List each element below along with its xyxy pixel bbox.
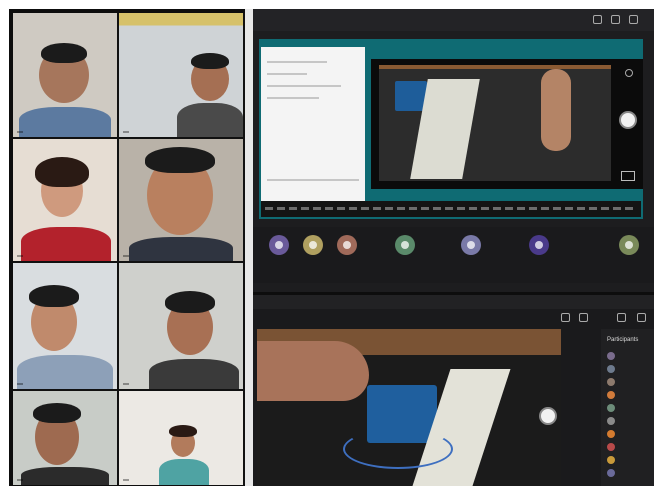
participant-name xyxy=(17,131,23,133)
participant-tile[interactable] xyxy=(119,13,243,137)
participant-hair xyxy=(29,285,79,307)
fullscreen-icon[interactable] xyxy=(579,313,588,322)
serial-output-text xyxy=(265,207,637,210)
participant-list-item[interactable] xyxy=(607,403,651,413)
participant-list-item[interactable] xyxy=(607,468,651,478)
participant-avatar-icon[interactable] xyxy=(269,235,289,255)
participant-shoulders xyxy=(19,107,111,137)
shared-screen-top[interactable] xyxy=(253,9,654,292)
code-line xyxy=(267,85,341,87)
participant-list-item[interactable] xyxy=(607,390,651,400)
camera-feed-closeup xyxy=(257,329,561,486)
code-line xyxy=(267,97,319,99)
participant-list-item[interactable] xyxy=(607,416,651,426)
avatar-icon xyxy=(607,378,615,386)
participant-name xyxy=(123,131,129,133)
avatar-icon xyxy=(607,404,615,412)
participant-name xyxy=(17,479,23,481)
participant-grid xyxy=(13,13,245,485)
participant-name xyxy=(123,255,129,257)
participant-avatar-icon[interactable] xyxy=(461,235,481,255)
hand xyxy=(257,341,369,401)
participant-shoulders xyxy=(17,355,113,389)
participant-hair xyxy=(33,403,81,423)
participant-list-item[interactable] xyxy=(607,442,651,452)
participant-avatar-icon[interactable] xyxy=(303,235,323,255)
participants-panel-title: Participants xyxy=(607,337,639,343)
participant-tile[interactable] xyxy=(13,263,117,389)
camera-switch-icon[interactable] xyxy=(625,69,633,77)
code-line xyxy=(267,179,359,181)
layout-divider xyxy=(245,9,253,486)
participant-list-item[interactable] xyxy=(607,455,651,465)
usb-cable xyxy=(343,429,453,469)
participant-list-item[interactable] xyxy=(607,377,651,387)
participant-tile[interactable] xyxy=(119,263,243,389)
share-icon[interactable] xyxy=(593,15,602,24)
more-icon[interactable] xyxy=(637,313,646,322)
avatar-icon xyxy=(607,417,615,425)
participant-shoulders xyxy=(129,237,233,261)
participant-name xyxy=(17,383,23,385)
participant-shoulders xyxy=(159,459,209,485)
participant-tile[interactable] xyxy=(119,139,243,261)
avatar-icon xyxy=(607,456,615,464)
participant-hair xyxy=(41,43,87,63)
participant-avatar-icon[interactable] xyxy=(619,235,639,255)
avatar-icon xyxy=(607,391,615,399)
settings-icon[interactable] xyxy=(611,15,620,24)
participant-name xyxy=(123,479,129,481)
arduino-ide-window xyxy=(259,39,643,219)
participant-avatar-icon[interactable] xyxy=(395,235,415,255)
minimize-icon[interactable] xyxy=(561,313,570,322)
participant-name xyxy=(123,383,129,385)
pin-icon[interactable] xyxy=(617,313,626,322)
camera-feed-arduino xyxy=(371,59,643,189)
hand xyxy=(541,69,571,151)
participant-hair xyxy=(35,157,89,187)
participant-shoulders xyxy=(177,103,243,137)
close-icon[interactable] xyxy=(629,15,638,24)
window-title-bar xyxy=(253,295,654,309)
participant-shoulders xyxy=(21,467,109,485)
participant-hair xyxy=(169,425,197,437)
avatar-icon xyxy=(607,365,615,373)
participant-tray xyxy=(253,227,654,283)
participant-list-item[interactable] xyxy=(607,364,651,374)
avatar-icon xyxy=(607,469,615,477)
gallery-thumbnail-icon[interactable] xyxy=(621,171,635,181)
participant-hair xyxy=(191,53,229,69)
code-line xyxy=(267,61,327,63)
capture-button-icon[interactable] xyxy=(619,111,637,129)
shared-screen-bottom[interactable]: Participants xyxy=(253,295,654,486)
participant-avatar-icon[interactable] xyxy=(337,235,357,255)
window-title-bar xyxy=(253,9,654,31)
participant-avatar-icon[interactable] xyxy=(529,235,549,255)
participants-panel: Participants xyxy=(601,329,654,486)
participant-name xyxy=(17,255,23,257)
participant-shoulders xyxy=(21,227,111,261)
avatar-icon xyxy=(607,443,615,451)
video-conference-screenshot: Participants xyxy=(9,9,654,486)
participant-tile[interactable] xyxy=(13,139,117,261)
code-line xyxy=(267,73,307,75)
capture-button-icon[interactable] xyxy=(539,407,557,425)
participant-hair xyxy=(165,291,215,313)
participant-list-item[interactable] xyxy=(607,429,651,439)
avatar-icon xyxy=(607,352,615,360)
participant-shoulders xyxy=(149,359,239,389)
participant-tile[interactable] xyxy=(13,391,117,485)
avatar-icon xyxy=(607,430,615,438)
participant-list-item[interactable] xyxy=(607,351,651,361)
serial-output-bar xyxy=(261,201,641,217)
participant-hair xyxy=(145,147,215,173)
participant-tile[interactable] xyxy=(13,13,117,137)
code-editor[interactable] xyxy=(261,47,365,201)
participant-tile[interactable] xyxy=(119,391,243,485)
